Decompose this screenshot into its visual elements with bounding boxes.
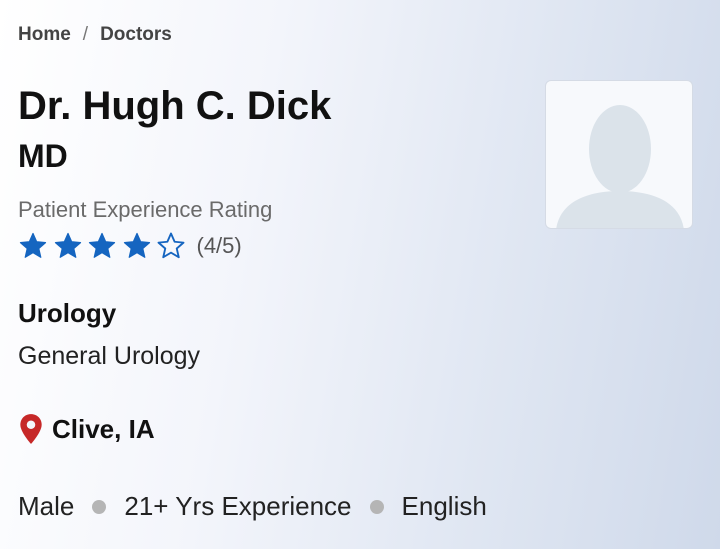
location-city: Clive, IA	[52, 413, 155, 444]
gender: Male	[18, 491, 75, 521]
doctor-photo	[545, 80, 693, 229]
star-rating: (4/5)	[18, 231, 242, 261]
separator-dot	[92, 499, 107, 514]
breadcrumb-separator: /	[82, 24, 89, 45]
map-pin-icon	[20, 414, 42, 444]
location: Clive, IA	[18, 413, 155, 445]
person-silhouette-icon	[556, 105, 684, 228]
star-filled-icon	[19, 232, 47, 258]
language: English	[401, 491, 487, 521]
star-filled-icon	[123, 232, 150, 258]
rating-score: (4/5)	[196, 233, 242, 258]
rating-label: Patient Experience Rating	[18, 197, 273, 222]
star-list	[18, 231, 191, 261]
star-filled-icon	[54, 232, 81, 258]
breadcrumb-doctors-link[interactable]: Doctors	[100, 24, 172, 45]
breadcrumb: Home / Doctors	[18, 24, 172, 46]
separator-dot	[369, 499, 384, 514]
star-outline-icon	[157, 232, 185, 259]
subspecialty: General Urology	[18, 342, 201, 370]
doctor-name: Dr. Hugh C. Dick	[18, 84, 332, 128]
doctor-credentials: MD	[18, 138, 68, 174]
specialty: Urology	[18, 298, 117, 328]
doctor-facts: Male 21+ Yrs Experience English	[18, 491, 487, 522]
star-filled-icon	[88, 232, 116, 258]
experience: 21+ Yrs Experience	[124, 491, 352, 521]
breadcrumb-home-link[interactable]: Home	[18, 24, 71, 45]
